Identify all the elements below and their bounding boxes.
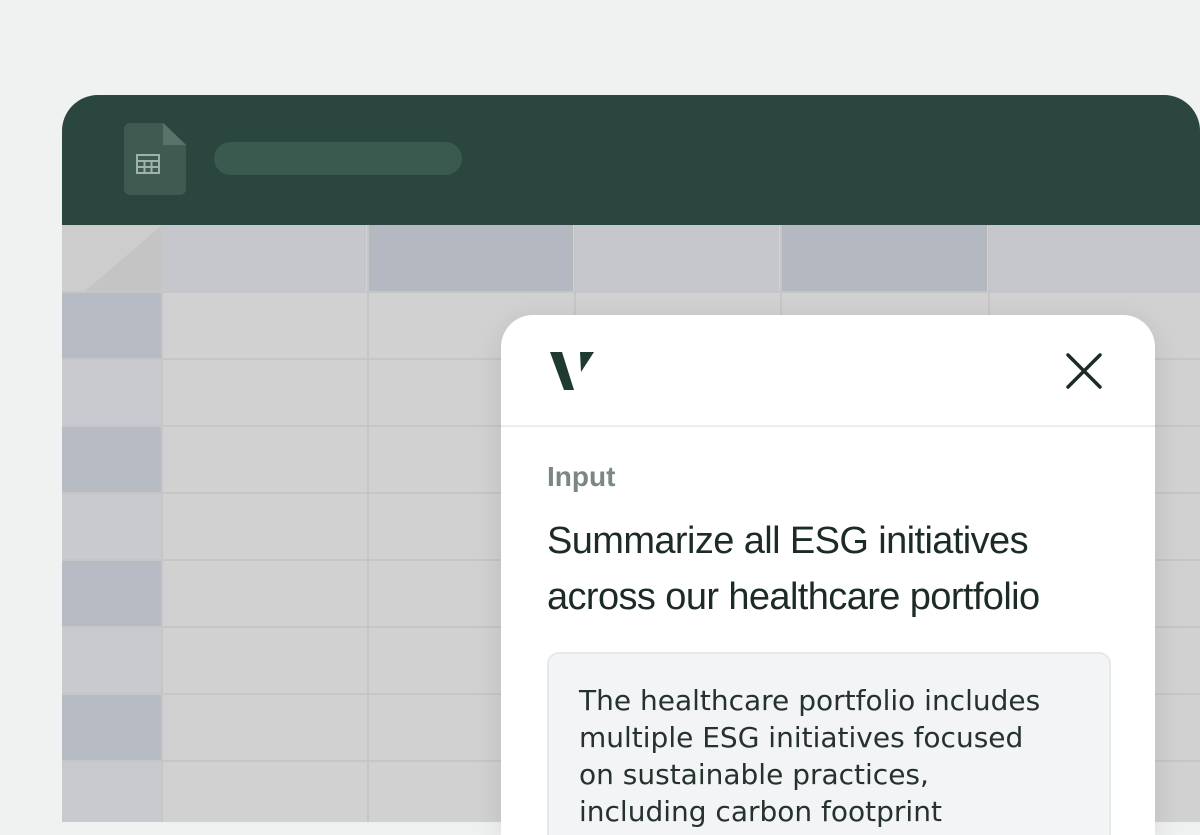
column-header[interactable]: [162, 225, 366, 291]
brand-v-logo: [550, 352, 594, 390]
title-bar: [62, 95, 1200, 225]
row-header[interactable]: [62, 360, 161, 425]
response-text: The healthcare portfolio includes multip…: [579, 682, 1089, 830]
column-header-selected[interactable]: [781, 225, 987, 291]
row-header-selected[interactable]: [62, 561, 161, 626]
assistant-panel: Input Summarize all ESG initiatives acro…: [501, 315, 1155, 835]
close-icon[interactable]: [1061, 348, 1107, 394]
prompt-line: across our healthcare portfolio: [547, 576, 1040, 618]
grid-line: [367, 225, 369, 822]
row-header[interactable]: [62, 762, 161, 822]
row-header[interactable]: [62, 494, 161, 559]
row-header-selected[interactable]: [62, 427, 161, 492]
document-title-placeholder[interactable]: [214, 142, 462, 175]
prompt-text: Summarize all ESG initiatives across our…: [547, 513, 1127, 625]
response-box: The healthcare portfolio includes multip…: [547, 652, 1111, 835]
grid-line: [161, 225, 163, 822]
row-header[interactable]: [62, 628, 161, 693]
response-line: including carbon footprint: [579, 795, 942, 828]
column-header[interactable]: [989, 225, 1200, 291]
grid-line: [62, 291, 1200, 293]
response-line: The healthcare portfolio includes: [579, 684, 1041, 717]
column-header-selected[interactable]: [368, 225, 573, 291]
prompt-line: Summarize all ESG initiatives: [547, 520, 1029, 562]
table-grid-icon: [136, 154, 160, 174]
panel-divider: [501, 425, 1155, 427]
response-line: multiple ESG initiatives focused: [579, 721, 1024, 754]
column-header[interactable]: [575, 225, 779, 291]
row-header-selected[interactable]: [62, 695, 161, 760]
row-header-selected[interactable]: [62, 293, 161, 358]
response-line: on sustainable practices,: [579, 758, 929, 791]
input-label: Input: [547, 461, 616, 492]
